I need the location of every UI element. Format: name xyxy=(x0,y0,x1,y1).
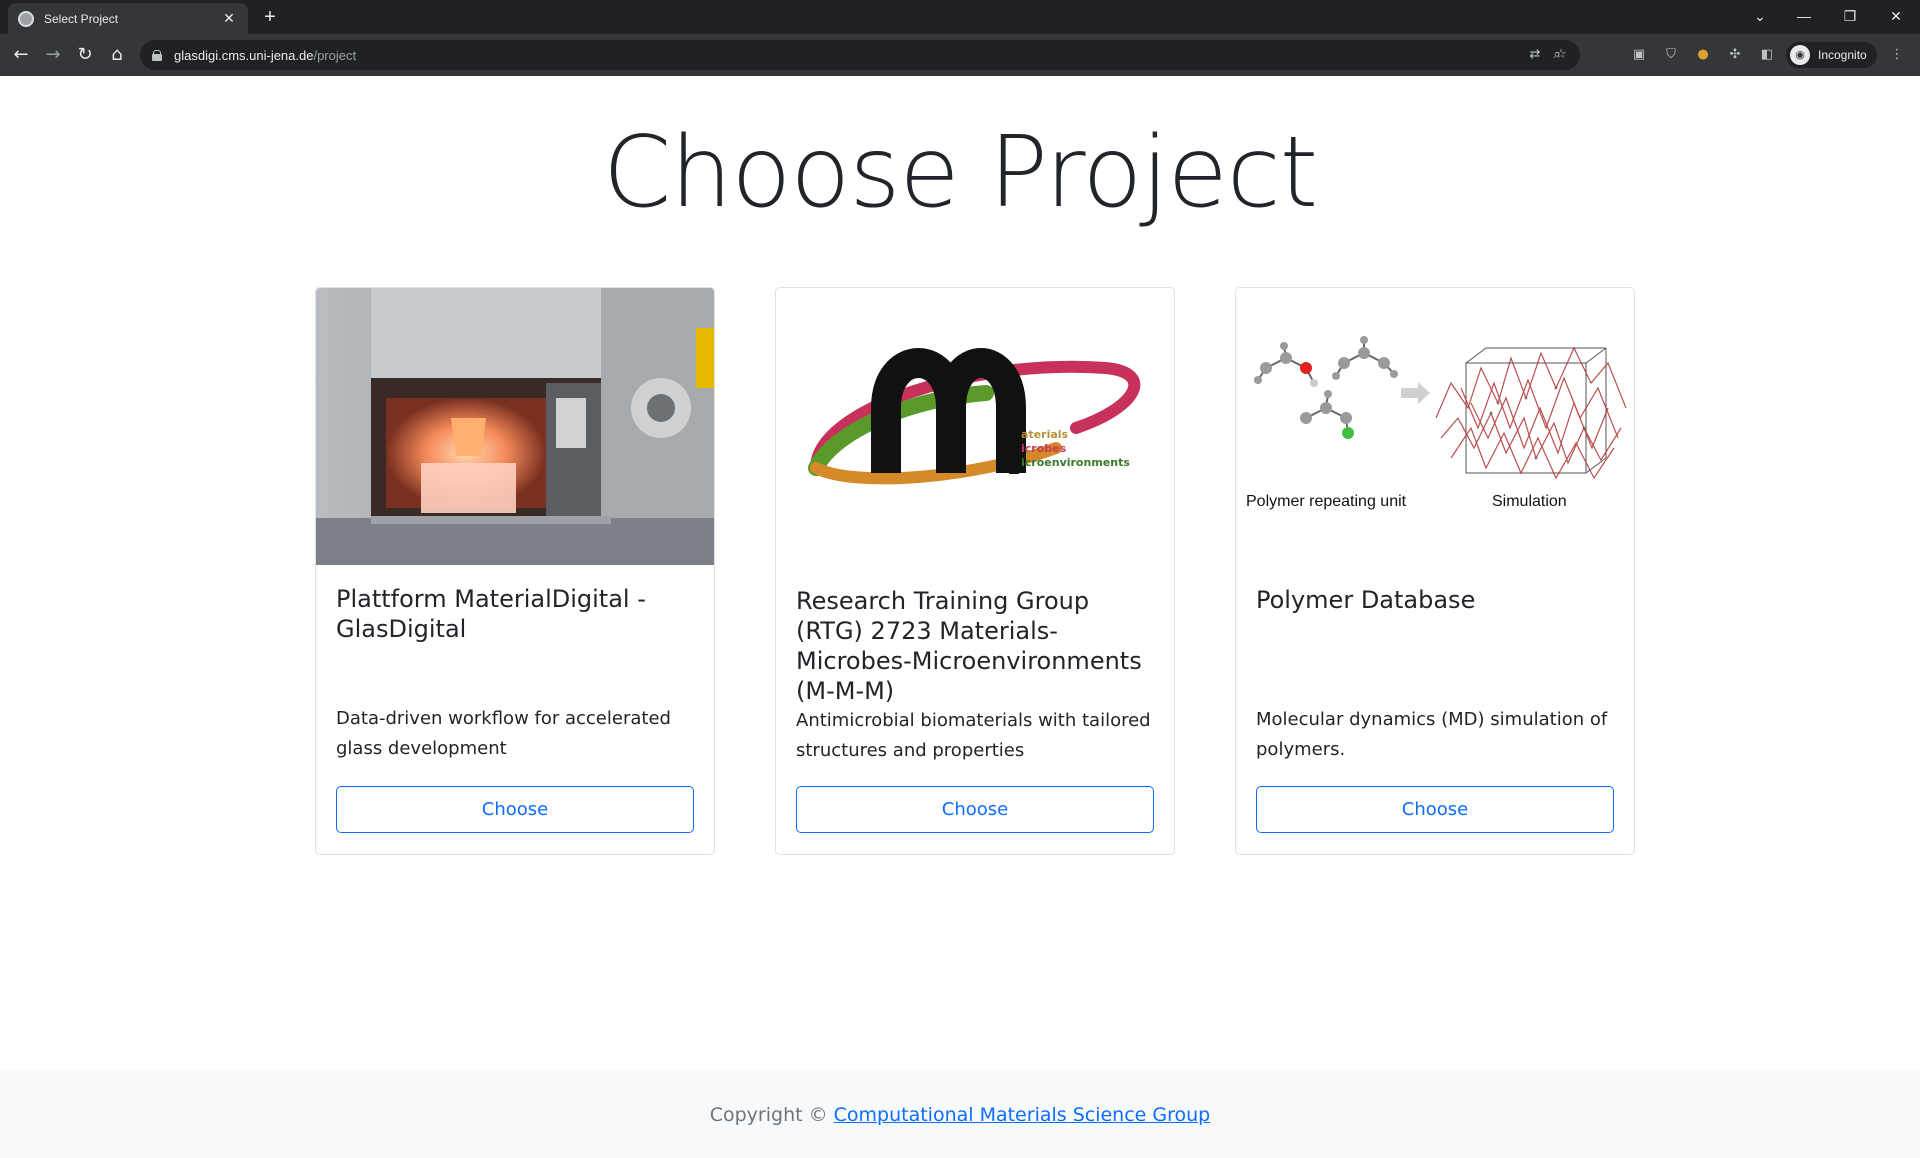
logo-word-materials: aterials xyxy=(1021,428,1069,441)
page-content: Choose Project Plattform MaterialDigital… xyxy=(0,76,1920,1158)
translate-icon[interactable]: ⇄ xyxy=(1524,44,1546,66)
polymer-simulation-image: Polymer repeating unit Simulation xyxy=(1236,288,1634,565)
close-window-button[interactable]: ✕ xyxy=(1876,4,1916,28)
extension-ublock-icon[interactable]: ⛉ xyxy=(1660,44,1682,66)
choose-button[interactable]: Choose xyxy=(1256,786,1614,833)
forward-arrow-icon[interactable]: → xyxy=(41,43,65,67)
page-title: Choose Project xyxy=(602,116,1318,230)
extension-reader-icon[interactable]: ▣ xyxy=(1628,44,1650,66)
footer: Copyright © Computational Materials Scie… xyxy=(0,1071,1920,1158)
project-card-polymer: Polymer repeating unit Simulation Polyme… xyxy=(1235,287,1635,855)
glass-lab-image xyxy=(316,288,714,565)
close-tab-icon[interactable]: ✕ xyxy=(220,10,238,27)
choose-button[interactable]: Choose xyxy=(336,786,694,833)
tab-search-icon[interactable]: ⌄ xyxy=(1740,4,1780,28)
lock-icon[interactable] xyxy=(152,50,162,61)
address-bar[interactable]: glasdigi.cms.uni-jena.de/project ⇄ ⌕ ☆ xyxy=(140,40,1580,70)
project-title: Polymer Database xyxy=(1256,586,1476,614)
browser-tab-bar: Select Project ✕ + ⌄ — ❐ ✕ xyxy=(0,0,1920,34)
restore-window-button[interactable]: ❐ xyxy=(1830,4,1870,28)
bookmark-star-icon[interactable]: ☆ xyxy=(1550,44,1572,66)
new-tab-button[interactable]: + xyxy=(258,5,282,29)
incognito-icon: ◉ xyxy=(1790,45,1810,65)
browser-tab-active[interactable]: Select Project ✕ xyxy=(8,3,248,34)
url-host: glasdigi.cms.uni-jena.de xyxy=(174,47,314,63)
logo-word-microenvironments: icroenvironments xyxy=(1021,456,1130,469)
project-title: Research Training Group (RTG) 2723 Mater… xyxy=(796,587,1142,705)
logo-word-microbes: icrobes xyxy=(1021,442,1067,455)
project-description: Molecular dynamics (MD) simulation of po… xyxy=(1256,709,1608,760)
back-arrow-icon[interactable]: ← xyxy=(9,43,33,67)
incognito-profile-button[interactable]: ◉ Incognito xyxy=(1786,42,1877,68)
project-description: Data-driven workflow for accelerated gla… xyxy=(336,708,671,759)
mmm-logo-image: aterials icrobes icroenvironments xyxy=(776,288,1174,565)
project-card-mmm: aterials icrobes icroenvironments Resear… xyxy=(775,287,1175,855)
project-title: Plattform MaterialDigital - GlasDigital xyxy=(336,585,646,643)
extension-cookie-icon[interactable]: ● xyxy=(1692,44,1714,66)
label-polymer-repeating-unit: Polymer repeating unit xyxy=(1246,493,1407,510)
choose-button[interactable]: Choose xyxy=(796,786,1154,833)
minimize-window-button[interactable]: — xyxy=(1784,4,1824,28)
extensions-puzzle-icon[interactable]: ✣ xyxy=(1724,44,1746,66)
browser-toolbar: ← → ↻ ⌂ glasdigi.cms.uni-jena.de/project… xyxy=(0,34,1920,76)
reload-icon[interactable]: ↻ xyxy=(73,43,97,67)
url-path: /project xyxy=(313,47,357,63)
site-favicon-icon xyxy=(18,10,34,27)
side-panel-icon[interactable]: ◧ xyxy=(1756,44,1778,66)
browser-menu-icon[interactable]: ⋮ xyxy=(1886,44,1908,66)
label-simulation: Simulation xyxy=(1492,493,1567,510)
home-icon[interactable]: ⌂ xyxy=(105,43,129,67)
copyright-text: Copyright © xyxy=(709,1103,828,1126)
footer-group-link[interactable]: Computational Materials Science Group xyxy=(834,1104,1211,1126)
project-description: Antimicrobial biomaterials with tailored… xyxy=(796,710,1151,761)
profile-label: Incognito xyxy=(1818,48,1867,62)
tab-title: Select Project xyxy=(44,11,119,26)
project-card-glasdigital: Plattform MaterialDigital - GlasDigital … xyxy=(315,287,715,855)
